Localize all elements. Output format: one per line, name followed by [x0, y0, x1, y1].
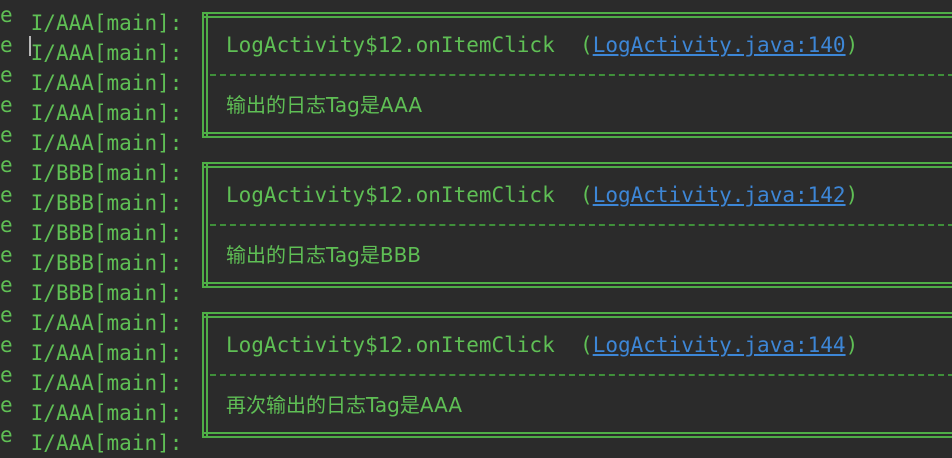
- log-row[interactable]: e I/BBB[main]:: [0, 180, 182, 215]
- log-method-text: LogActivity$12.onItemClick (LogActivity.…: [226, 330, 858, 360]
- double-vertical: [202, 90, 208, 120]
- log-row[interactable]: e I/AAA[main]:: [0, 330, 182, 365]
- double-line: [202, 12, 952, 18]
- log-row[interactable]: e I/AAA[main]:: [0, 420, 182, 455]
- double-line: [202, 432, 952, 438]
- log-block-bottom-border: [202, 120, 952, 150]
- log-block-separator: [202, 210, 952, 240]
- log-row-prefix: e: [0, 63, 13, 87]
- log-block-top-border: [202, 150, 952, 180]
- log-row[interactable]: e I/AAA[main]:: [0, 300, 182, 335]
- paren-close: ): [845, 333, 859, 357]
- double-vertical: [202, 180, 208, 210]
- double-vertical: [202, 420, 208, 436]
- log-block-separator: [202, 360, 952, 390]
- log-row[interactable]: e I/AAA[main]:: [0, 0, 182, 35]
- double-line: [202, 282, 952, 288]
- source-link[interactable]: LogActivity.java:144: [593, 333, 846, 357]
- log-block-method-row: LogActivity$12.onItemClick (LogActivity.…: [202, 180, 952, 210]
- double-vertical: [202, 14, 208, 30]
- double-vertical: [202, 30, 208, 60]
- log-row-prefix: e: [0, 303, 13, 327]
- log-row-prefix: e: [0, 153, 13, 177]
- log-message-text: 输出的日志Tag是AAA: [226, 93, 423, 117]
- text-caret: [29, 36, 31, 56]
- log-method-text: LogActivity$12.onItemClick (LogActivity.…: [226, 180, 858, 210]
- log-message-text: 再次输出的日志Tag是AAA: [226, 393, 463, 417]
- log-block-bottom-border: [202, 420, 952, 450]
- paren-close: ): [845, 183, 859, 207]
- double-vertical: [202, 330, 208, 360]
- log-row[interactable]: e I/AAA[main]:: [0, 120, 182, 155]
- log-row-prefix: e: [0, 273, 13, 297]
- log-row-prefix: e: [0, 333, 13, 357]
- log-row[interactable]: e I/BBB[main]:: [0, 270, 182, 305]
- log-method-text: LogActivity$12.onItemClick (LogActivity.…: [226, 30, 858, 60]
- double-vertical: [202, 270, 208, 286]
- logcat-console[interactable]: e I/AAA[main]: e I/AAA[main]: e I/AAA[main…: [0, 0, 952, 455]
- log-block-top-border: [202, 0, 952, 30]
- log-row-prefix: e: [0, 3, 13, 27]
- log-row[interactable]: e I/BBB[main]:: [0, 210, 182, 245]
- log-block-method-row: LogActivity$12.onItemClick (LogActivity.…: [202, 330, 952, 360]
- double-line: [202, 312, 952, 318]
- paren-open: (: [580, 333, 593, 357]
- double-vertical: [202, 164, 208, 180]
- separator-line: [210, 224, 952, 226]
- log-row[interactable]: e I/BBB[main]:: [0, 150, 182, 185]
- double-line: [202, 132, 952, 138]
- log-row-prefix: e: [0, 93, 13, 117]
- method-name: LogActivity$12.onItemClick: [226, 333, 555, 357]
- method-name: LogActivity$12.onItemClick: [226, 33, 555, 57]
- log-row-prefix: e: [0, 423, 13, 447]
- separator-line: [210, 374, 952, 376]
- source-link[interactable]: LogActivity.java:140: [593, 33, 846, 57]
- log-row-prefix: e: [0, 363, 13, 387]
- log-row-prefix: e: [0, 33, 13, 57]
- log-block-message-row: 再次输出的日志Tag是AAA: [202, 390, 952, 420]
- log-row[interactable]: e I/AAA[main]:: [0, 390, 182, 425]
- log-row-prefix: e: [0, 243, 13, 267]
- log-row[interactable]: e I/AAA[main]:: [0, 360, 182, 395]
- double-vertical: [202, 210, 208, 240]
- log-block-message-row: 输出的日志Tag是AAA: [202, 90, 952, 120]
- log-block-top-border: [202, 300, 952, 330]
- separator-line: [210, 74, 952, 76]
- double-line: [202, 162, 952, 168]
- paren-open: (: [580, 33, 593, 57]
- log-block-bottom-border: [202, 270, 952, 300]
- log-row-prefix: e: [0, 183, 13, 207]
- double-vertical: [202, 314, 208, 330]
- double-vertical: [202, 60, 208, 90]
- log-block-message-row: 输出的日志Tag是BBB: [202, 240, 952, 270]
- paren-open: (: [580, 183, 593, 207]
- log-row-prefix: e: [0, 123, 13, 147]
- method-name: LogActivity$12.onItemClick: [226, 183, 555, 207]
- log-row[interactable]: e I/AAA[main]:: [0, 90, 182, 125]
- double-vertical: [202, 360, 208, 390]
- log-row[interactable]: e I/BBB[main]:: [0, 240, 182, 275]
- double-vertical: [202, 390, 208, 420]
- log-row-prefix: e: [0, 213, 13, 237]
- log-block-separator: [202, 60, 952, 90]
- log-row[interactable]: e I/AAA[main]:: [0, 60, 182, 95]
- log-row-prefix: e: [0, 393, 13, 417]
- log-row[interactable]: e I/AAA[main]:: [0, 30, 182, 65]
- log-block-method-row: LogActivity$12.onItemClick (LogActivity.…: [202, 30, 952, 60]
- paren-close: ): [845, 33, 859, 57]
- source-link[interactable]: LogActivity.java:142: [593, 183, 846, 207]
- log-message-text: 输出的日志Tag是BBB: [226, 243, 422, 267]
- double-vertical: [202, 240, 208, 270]
- double-vertical: [202, 120, 208, 136]
